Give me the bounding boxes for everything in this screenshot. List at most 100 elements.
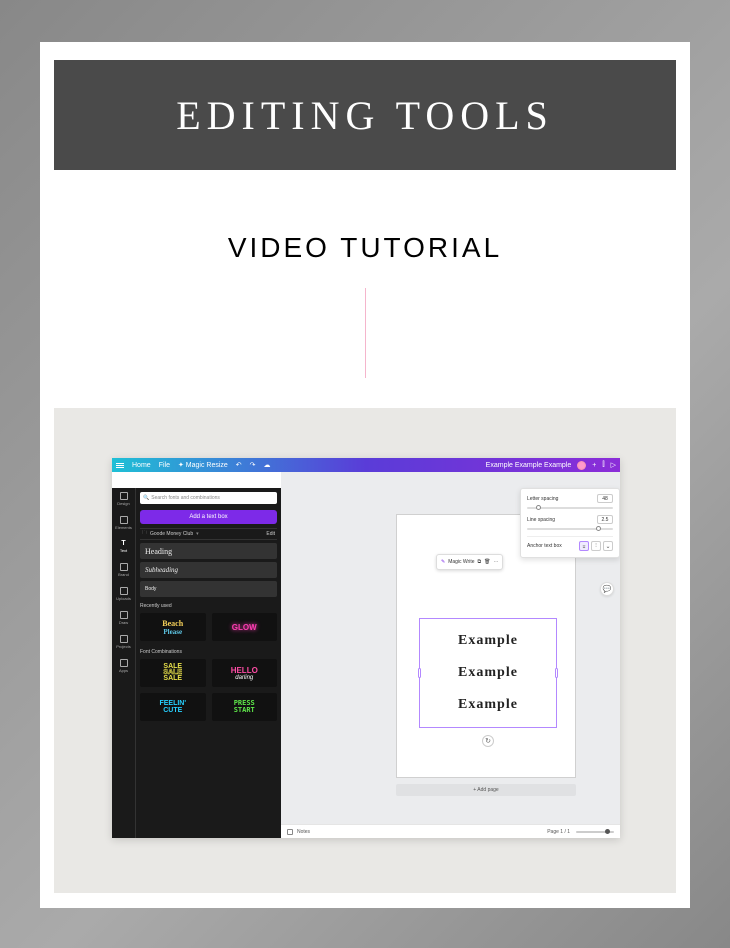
rail-label: Draw: [119, 620, 128, 625]
thumb-glow[interactable]: GLOW: [212, 613, 278, 641]
rail-apps[interactable]: Apps: [117, 659, 131, 673]
thumb-text: FEELIN': [159, 700, 186, 707]
rail-label: Brand: [118, 572, 129, 577]
search-row: 🔍 Search fonts and combinations: [136, 488, 281, 508]
style-subheading[interactable]: Subheading: [140, 562, 277, 578]
rail-projects[interactable]: Projects: [117, 635, 131, 649]
resize-handle-right[interactable]: [555, 668, 558, 678]
thumb-text: Please: [163, 628, 182, 636]
letter-spacing-slider[interactable]: [527, 507, 613, 509]
thumb-text: CUTE: [163, 707, 182, 714]
comment-button[interactable]: 💬: [600, 582, 614, 596]
page-title: EDITING TOOLS: [176, 92, 554, 139]
line-spacing-value[interactable]: 2.5: [597, 515, 613, 524]
rail-elements[interactable]: Elements: [117, 516, 131, 530]
present-icon[interactable]: ▷: [611, 461, 616, 469]
text-icon: T: [121, 540, 125, 547]
slider-thumb[interactable]: [596, 526, 601, 531]
canvas-footer: Notes Page 1 / 1: [281, 824, 620, 838]
letter-spacing-label: Letter spacing: [527, 496, 558, 502]
canvas-text-line[interactable]: Example: [420, 697, 556, 713]
notes-icon: [287, 829, 293, 835]
draw-icon: [120, 611, 128, 619]
elements-icon: [120, 516, 128, 524]
nav-magic-resize[interactable]: ✦ Magic Resize: [178, 461, 228, 469]
notes-button[interactable]: Notes: [297, 829, 310, 835]
projects-icon: [120, 635, 128, 643]
analytics-icon[interactable]: ⫿: [602, 461, 604, 469]
slider-thumb[interactable]: [605, 829, 610, 834]
line-spacing-row: Line spacing 2.5: [527, 515, 613, 524]
text-side-panel: 🔍 Search fonts and combinations Add a te…: [136, 488, 281, 838]
page-indicator[interactable]: Page 1 / 1: [547, 829, 570, 835]
search-input[interactable]: 🔍 Search fonts and combinations: [140, 492, 277, 504]
rail-draw[interactable]: Draw: [117, 611, 131, 625]
divider-line: [365, 288, 366, 378]
letter-spacing-row: Letter spacing 48: [527, 494, 613, 503]
apps-icon: [120, 659, 128, 667]
canva-app-window: Home File ✦ Magic Resize ↶ ↷ ☁ Example E…: [112, 458, 620, 838]
thumb-beach-please[interactable]: BeachPlease: [140, 613, 206, 641]
magic-write-icon: ✎: [441, 559, 445, 565]
selected-text-box[interactable]: Example Example Example ↻: [419, 618, 557, 728]
trash-icon[interactable]: 🗑: [484, 559, 490, 565]
section-font-combinations: Font Combinations: [140, 649, 277, 655]
rail-text[interactable]: TText: [117, 540, 131, 553]
thumb-text: START: [234, 707, 255, 714]
zoom-slider[interactable]: [576, 831, 614, 833]
search-placeholder: Search fonts and combinations: [151, 495, 220, 501]
app-topbar: Home File ✦ Magic Resize ↶ ↷ ☁ Example E…: [112, 458, 620, 472]
nav-file[interactable]: File: [159, 462, 170, 469]
section-recently-used: Recently used: [140, 603, 277, 609]
brand-icon: [120, 563, 128, 571]
line-spacing-label: Line spacing: [527, 517, 555, 523]
thumb-feelin-cute[interactable]: FEELIN'CUTE: [140, 693, 206, 721]
chevron-down-icon: ▾: [196, 531, 199, 537]
magic-write-button[interactable]: Magic Write: [448, 559, 474, 565]
add-text-box-button[interactable]: Add a text box: [140, 510, 277, 524]
rotate-handle-icon[interactable]: ↻: [482, 735, 494, 747]
avatar[interactable]: [577, 461, 586, 470]
cloud-sync-icon[interactable]: ☁: [264, 461, 271, 469]
anchor-buttons: ⌅ ⫶ ⌄: [579, 541, 613, 551]
canvas-area[interactable]: Example Example Example ↻ ✎ Magic Write …: [281, 472, 620, 838]
edit-link[interactable]: Edit: [266, 531, 275, 537]
uploads-icon: [120, 587, 128, 595]
more-icon[interactable]: ⋯: [493, 559, 498, 565]
rail-uploads[interactable]: Uploads: [117, 587, 131, 601]
line-spacing-slider[interactable]: [527, 528, 613, 530]
screenshot-area: Home File ✦ Magic Resize ↶ ↷ ☁ Example E…: [54, 408, 676, 893]
context-toolbar: ✎ Magic Write ⧉ 🗑 ⋯: [436, 554, 503, 570]
copy-icon[interactable]: ⧉: [478, 559, 482, 565]
resize-handle-left[interactable]: [418, 668, 421, 678]
undo-icon[interactable]: ↶: [236, 461, 242, 469]
anchor-bottom-button[interactable]: ⌄: [603, 541, 613, 551]
thumb-hello-darling[interactable]: HELLO darling: [212, 659, 278, 687]
anchor-top-button[interactable]: ⌅: [579, 541, 589, 551]
style-heading[interactable]: Heading: [140, 543, 277, 559]
document-title[interactable]: Example Example Example: [486, 462, 572, 469]
letter-spacing-value[interactable]: 48: [597, 494, 613, 503]
redo-icon[interactable]: ↷: [250, 461, 256, 469]
document-page: EDITING TOOLS VIDEO TUTORIAL Home File ✦…: [40, 42, 690, 908]
add-page-button[interactable]: + Add page: [396, 784, 576, 796]
add-collab-icon[interactable]: +: [592, 462, 596, 469]
rail-label: Text: [120, 548, 127, 553]
design-icon: [120, 492, 128, 500]
rail-label: Uploads: [116, 596, 131, 601]
thumb-press-start[interactable]: PRESSSTART: [212, 693, 278, 721]
rail-design[interactable]: Design: [117, 492, 131, 506]
style-body[interactable]: Body: [140, 581, 277, 597]
canvas-text-line[interactable]: Example: [420, 665, 556, 681]
topbar-right: Example Example Example + ⫿ ▷: [486, 461, 616, 470]
hamburger-icon[interactable]: [116, 461, 124, 469]
canvas-text-line[interactable]: Example: [420, 633, 556, 649]
rail-brand[interactable]: Brand: [117, 563, 131, 577]
nav-home[interactable]: Home: [132, 462, 151, 469]
anchor-middle-button[interactable]: ⫶: [591, 541, 601, 551]
brand-folder-row[interactable]: 🗀 Goode Money Club ▾ Edit: [140, 528, 277, 540]
title-banner: EDITING TOOLS: [54, 60, 676, 170]
slider-thumb[interactable]: [536, 505, 541, 510]
thumb-text: Beach: [162, 619, 183, 628]
thumb-sale[interactable]: SALESALESALE: [140, 659, 206, 687]
